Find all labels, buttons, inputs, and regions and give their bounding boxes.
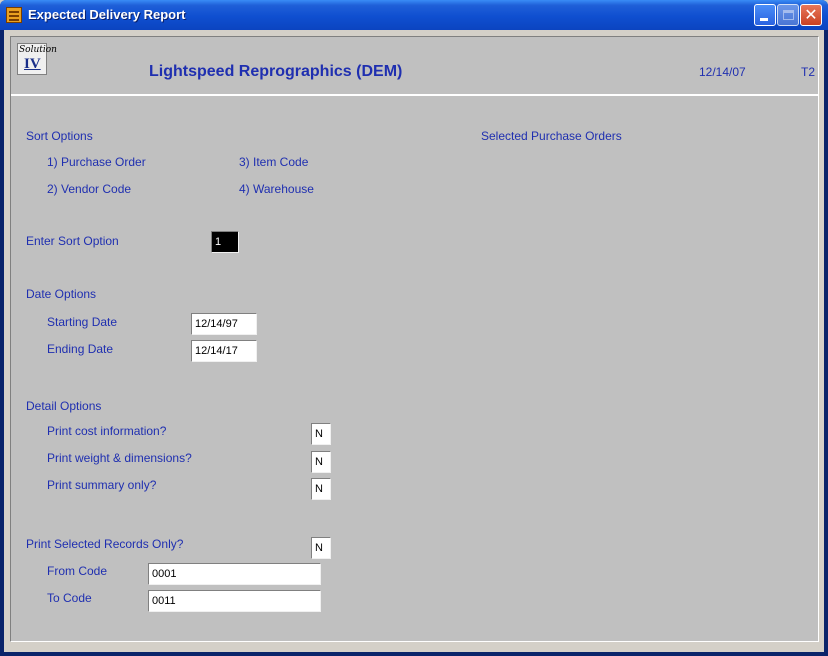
header-date: 12/14/07 [699, 65, 746, 79]
client-area: Solution IV Lightspeed Reprographics (DE… [4, 30, 824, 652]
close-button[interactable]: ✕ [800, 4, 822, 26]
print-summary-label: Print summary only? [47, 478, 157, 492]
minimize-button[interactable] [754, 4, 776, 26]
print-selected-records-input[interactable]: N [311, 537, 331, 559]
ending-date-input[interactable]: 12/14/17 [191, 340, 257, 362]
date-options-heading: Date Options [26, 287, 97, 301]
close-icon: ✕ [804, 5, 818, 24]
from-code-input[interactable]: 0001 [148, 563, 321, 585]
print-cost-input[interactable]: N [311, 423, 331, 445]
starting-date-label: Starting Date [47, 315, 118, 329]
print-weight-input[interactable]: N [311, 451, 331, 473]
starting-date-input[interactable]: 12/14/97 [191, 313, 257, 335]
title-bar[interactable]: Expected Delivery Report ✕ [0, 0, 828, 30]
maximize-icon [783, 10, 794, 20]
from-code-label: From Code [47, 564, 108, 578]
minimize-icon [760, 18, 768, 21]
to-code-label: To Code [47, 591, 92, 605]
print-selected-records-label: Print Selected Records Only? [26, 537, 184, 551]
selected-purchase-orders-heading: Selected Purchase Orders [481, 129, 622, 143]
solution-iv-logo: Solution IV [17, 43, 57, 75]
logo-script-text: Solution [19, 45, 57, 55]
maximize-button[interactable] [777, 4, 799, 26]
enter-sort-option-label: Enter Sort Option [26, 234, 119, 248]
ending-date-label: Ending Date [47, 342, 114, 356]
sort-option-purchase-order: 1) Purchase Order [47, 155, 146, 169]
form-header: Solution IV Lightspeed Reprographics (DE… [11, 37, 818, 96]
report-grid-icon[interactable] [6, 7, 22, 23]
to-code-input[interactable]: 0011 [148, 590, 321, 612]
company-name: Lightspeed Reprographics (DEM) [149, 63, 403, 80]
print-weight-label: Print weight & dimensions? [47, 451, 192, 465]
logo-numeral: IV [24, 56, 41, 72]
sort-option-input[interactable]: 1 [211, 231, 239, 253]
app-window: Expected Delivery Report ✕ Solution IV L… [0, 0, 828, 656]
sort-option-item-code: 3) Item Code [239, 155, 309, 169]
window-title: Expected Delivery Report [28, 7, 186, 22]
detail-options-heading: Detail Options [26, 399, 102, 413]
print-cost-label: Print cost information? [47, 424, 167, 438]
terminal-id: T2 [801, 65, 816, 79]
sort-option-warehouse: 4) Warehouse [239, 182, 314, 196]
report-form: Solution IV Lightspeed Reprographics (DE… [10, 36, 819, 642]
sort-option-vendor-code: 2) Vendor Code [47, 182, 132, 196]
print-summary-input[interactable]: N [311, 478, 331, 500]
sort-options-heading: Sort Options [26, 129, 93, 143]
